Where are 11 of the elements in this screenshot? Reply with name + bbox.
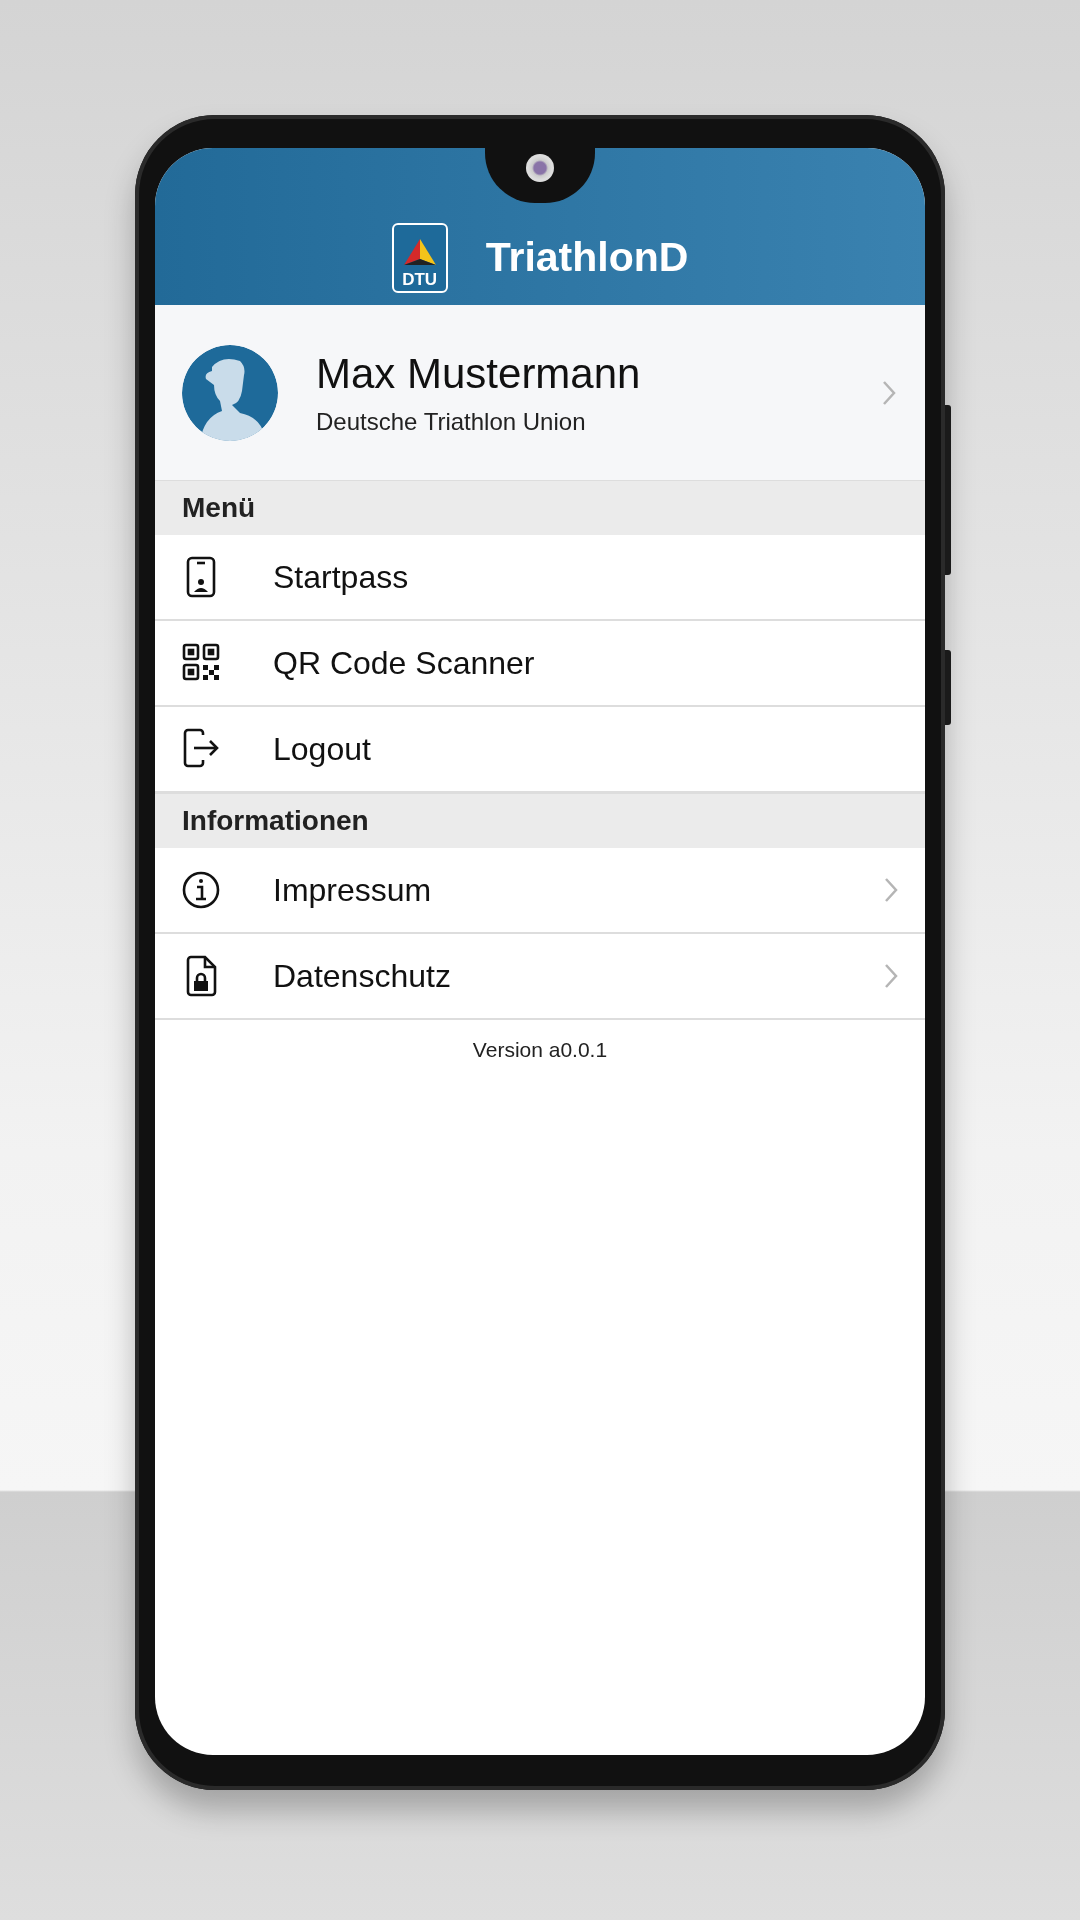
side-button[interactable] — [945, 650, 951, 725]
profile-row[interactable]: Max Mustermann Deutsche Triathlon Union — [155, 305, 925, 480]
version-text: Version a0.0.1 — [471, 1038, 609, 1062]
side-button[interactable] — [945, 405, 951, 575]
section-header: Menü — [155, 480, 925, 535]
app-logo: DTU — [391, 223, 448, 293]
user-name: Max Mustermann — [316, 349, 642, 398]
user-organization: Deutsche Triathlon Union — [316, 407, 587, 436]
app-title: TriathlonD — [485, 233, 689, 282]
section-header: Informationen — [155, 793, 925, 848]
avatar-silhouette-icon — [182, 344, 278, 441]
